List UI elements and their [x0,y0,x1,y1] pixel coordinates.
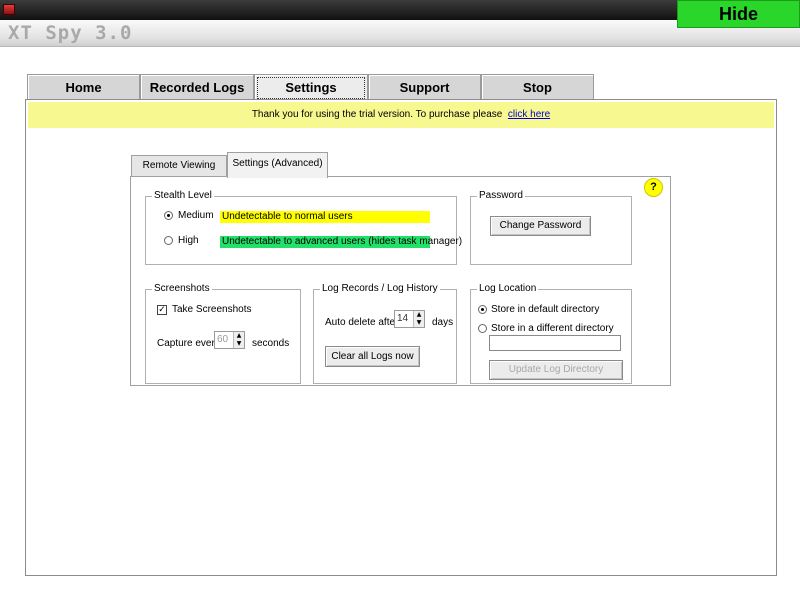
directory-input[interactable] [489,335,621,351]
radio-high[interactable] [164,236,173,245]
stealth-level-legend: Stealth Level [152,190,214,202]
tab-settings-label: Settings [257,77,365,99]
auto-delete-label: Auto delete after [325,317,399,328]
app-title: XT Spy 3.0 [8,22,133,44]
different-directory-label: Store in a different directory [491,323,614,334]
capture-interval-arrows[interactable]: ▲ ▼ [233,332,244,348]
password-legend: Password [477,190,525,202]
tab-recorded-logs-label: Recorded Logs [149,80,245,95]
log-location-group: Log Location Store in default directory … [470,283,632,384]
log-location-legend: Log Location [477,283,539,295]
tab-support[interactable]: Support [368,74,481,100]
take-screenshots-checkbox[interactable]: ✓ [157,305,167,315]
days-label: days [432,317,454,328]
capture-interval-stepper[interactable]: 60 ▲ ▼ [214,331,245,349]
update-log-directory-button[interactable]: Update Log Directory [489,360,623,380]
tab-stop-label: Stop [523,80,552,95]
auto-delete-value: 14 [397,313,409,324]
tab-home[interactable]: Home [27,74,140,100]
tab-support-label: Support [399,80,450,95]
tab-settings[interactable]: Settings [254,74,368,100]
medium-description: Undetectable to normal users [220,211,430,223]
trial-banner: Thank you for using the trial version. T… [28,102,774,128]
clear-logs-button[interactable]: Clear all Logs now [325,346,420,367]
radio-default-directory[interactable] [478,305,487,314]
tab-settings-advanced[interactable]: Settings (Advanced) [227,152,328,178]
tab-home-label: Home [65,80,102,95]
hide-button[interactable]: Hide [677,0,800,28]
radio-high-label: High [178,235,199,246]
take-screenshots-label: Take Screenshots [172,304,252,315]
trial-banner-text: Thank you for using the trial version. T… [251,109,503,120]
high-description: Undetectable to advanced users (hides ta… [220,236,463,248]
radio-different-directory[interactable] [478,324,487,333]
help-icon[interactable]: ? [644,178,663,197]
purchase-link[interactable]: click here [508,109,550,120]
change-password-button[interactable]: Change Password [490,216,591,236]
settings-card: Stealth Level Medium Undetectable to nor… [130,176,671,386]
auto-delete-arrows[interactable]: ▲ ▼ [413,311,424,327]
seconds-label: seconds [252,338,290,349]
spin-down-icon[interactable]: ▼ [414,319,424,327]
log-records-legend: Log Records / Log History [320,283,440,295]
spin-down-icon[interactable]: ▼ [234,340,244,348]
capture-every-label: Capture every [157,338,220,349]
password-group: Password Change Password [470,190,632,265]
capture-interval-value: 60 [217,334,229,345]
stealth-level-group: Stealth Level Medium Undetectable to nor… [145,190,463,265]
default-directory-label: Store in default directory [491,304,600,315]
tab-stop[interactable]: Stop [481,74,594,100]
screenshots-legend: Screenshots [152,283,212,295]
screenshots-group: Screenshots ✓ Take Screenshots Capture e… [145,283,301,384]
log-records-group: Log Records / Log History Auto delete af… [313,283,457,384]
tab-remote-viewing[interactable]: Remote Viewing [131,155,227,177]
tab-recorded-logs[interactable]: Recorded Logs [140,74,254,100]
radio-medium-label: Medium [178,210,214,221]
spin-up-icon[interactable]: ▲ [234,332,244,340]
spin-up-icon[interactable]: ▲ [414,311,424,319]
auto-delete-stepper[interactable]: 14 ▲ ▼ [394,310,425,328]
app-icon [3,4,15,15]
radio-medium[interactable] [164,211,173,220]
